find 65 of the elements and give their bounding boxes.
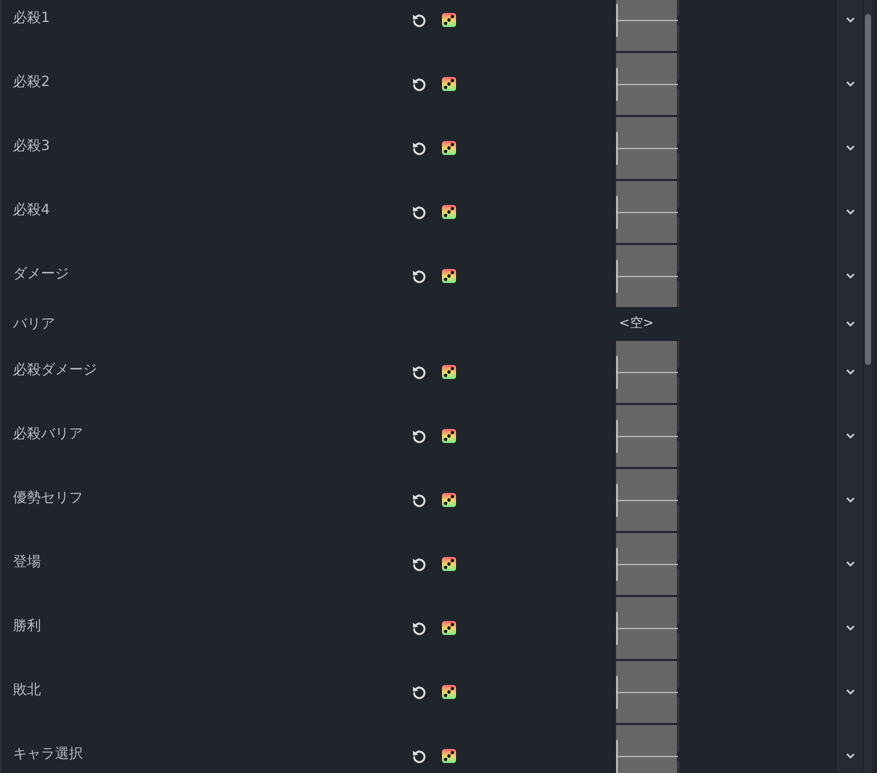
dice-icon bbox=[442, 13, 456, 27]
revert-icon[interactable] bbox=[412, 269, 426, 283]
property-label: 必殺バリア bbox=[13, 425, 83, 443]
revert-icon[interactable] bbox=[412, 429, 426, 443]
waveform-preview[interactable] bbox=[616, 405, 680, 467]
property-label: 必殺1 bbox=[13, 9, 50, 27]
property-label: 敗北 bbox=[13, 681, 41, 699]
revert-icon[interactable] bbox=[412, 685, 426, 699]
chevron-down-icon bbox=[846, 689, 854, 695]
dice-icon bbox=[442, 365, 456, 379]
revert-icon[interactable] bbox=[412, 141, 426, 155]
empty-resource-value[interactable]: <空> bbox=[619, 316, 654, 332]
property-label: 必殺2 bbox=[13, 73, 50, 91]
property-label: バリア bbox=[13, 314, 55, 332]
chevron-down-icon bbox=[846, 81, 854, 87]
property-label: 必殺4 bbox=[13, 201, 50, 219]
revert-icon[interactable] bbox=[412, 13, 426, 27]
dice-icon bbox=[442, 621, 456, 635]
property-label: 優勢セリフ bbox=[13, 489, 83, 507]
dice-icon bbox=[442, 77, 456, 91]
waveform-preview[interactable] bbox=[616, 661, 680, 723]
dice-icon bbox=[442, 749, 456, 763]
revert-icon[interactable] bbox=[412, 77, 426, 91]
chevron-down-icon bbox=[846, 561, 854, 567]
chevron-down-icon bbox=[846, 209, 854, 215]
dice-icon bbox=[442, 685, 456, 699]
chevron-down-icon bbox=[846, 433, 854, 439]
dice-icon bbox=[442, 141, 456, 155]
chevron-down-icon bbox=[846, 753, 854, 759]
chevron-down-icon bbox=[846, 497, 854, 503]
revert-icon[interactable] bbox=[412, 205, 426, 219]
dice-icon bbox=[442, 493, 456, 507]
revert-icon[interactable] bbox=[412, 365, 426, 379]
waveform-preview[interactable] bbox=[616, 341, 680, 403]
scrollbar[interactable] bbox=[864, 0, 872, 773]
chevron-down-icon bbox=[846, 369, 854, 375]
revert-icon[interactable] bbox=[412, 749, 426, 763]
property-label: 必殺3 bbox=[13, 137, 50, 155]
chevron-down-icon bbox=[846, 625, 854, 631]
waveform-preview[interactable] bbox=[616, 0, 680, 51]
dice-icon bbox=[442, 429, 456, 443]
waveform-preview[interactable] bbox=[616, 53, 680, 115]
property-label: ダメージ bbox=[13, 265, 69, 283]
dice-icon bbox=[442, 557, 456, 571]
property-label: キャラ選択 bbox=[13, 745, 83, 763]
waveform-preview[interactable] bbox=[616, 245, 680, 307]
dice-icon bbox=[442, 269, 456, 283]
chevron-down-icon bbox=[846, 145, 854, 151]
property-label: 登場 bbox=[13, 553, 41, 571]
revert-icon[interactable] bbox=[412, 493, 426, 507]
dice-icon bbox=[442, 205, 456, 219]
chevron-down-icon bbox=[846, 321, 854, 327]
waveform-preview[interactable] bbox=[616, 725, 680, 773]
revert-icon[interactable] bbox=[412, 621, 426, 635]
chevron-down-icon bbox=[846, 273, 854, 279]
waveform-preview[interactable] bbox=[616, 533, 680, 595]
property-label: 勝利 bbox=[13, 617, 41, 635]
waveform-preview[interactable] bbox=[616, 181, 680, 243]
revert-icon[interactable] bbox=[412, 557, 426, 571]
waveform-preview[interactable] bbox=[616, 469, 680, 531]
chevron-down-icon bbox=[846, 17, 854, 23]
property-label: 必殺ダメージ bbox=[13, 361, 97, 379]
waveform-preview[interactable] bbox=[616, 117, 680, 179]
scrollbar-thumb[interactable] bbox=[865, 14, 871, 365]
waveform-preview[interactable] bbox=[616, 597, 680, 659]
